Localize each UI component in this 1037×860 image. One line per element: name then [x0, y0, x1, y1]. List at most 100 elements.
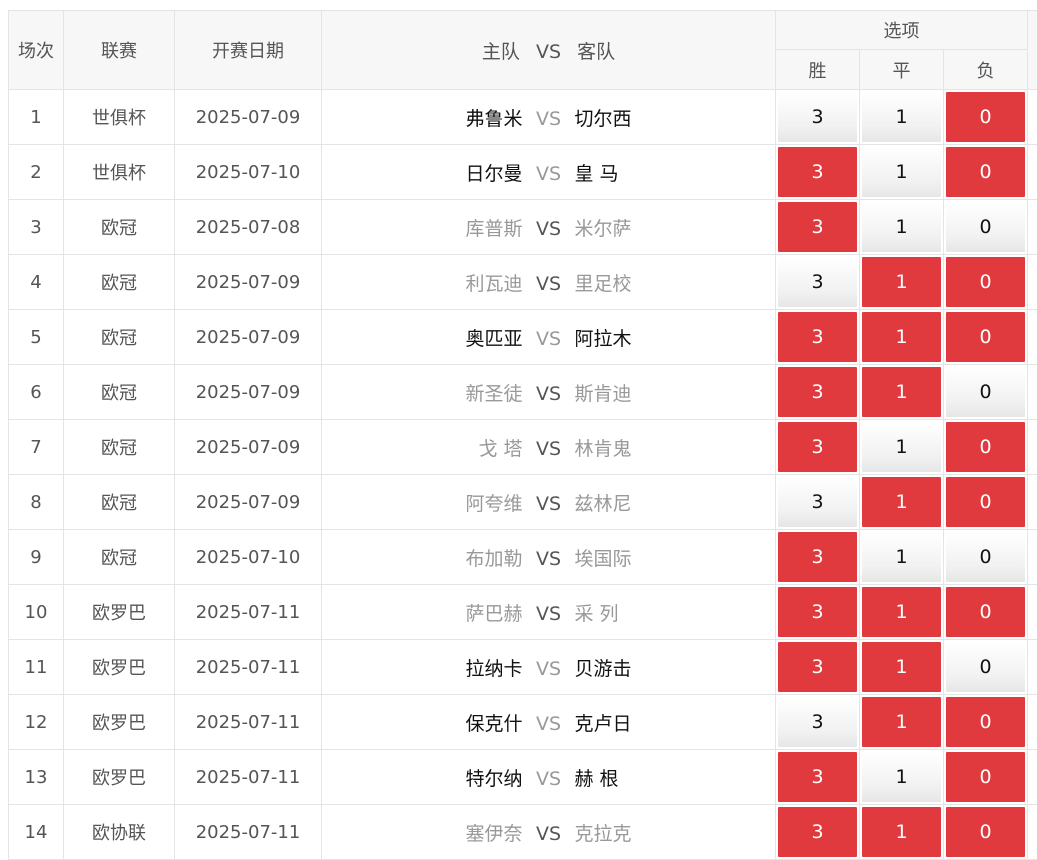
match-teams: 布加勒VS埃国际: [322, 530, 776, 585]
away-team: 皇 马: [575, 159, 770, 186]
option-win-cell: 3: [776, 530, 860, 585]
match-date: 2025-07-09: [175, 475, 322, 530]
away-team: 斯肯迪: [575, 379, 770, 406]
option-draw-cell: 1: [860, 530, 944, 585]
option-win-button[interactable]: 3: [778, 422, 857, 472]
option-win-button[interactable]: 3: [778, 532, 857, 582]
option-win-button[interactable]: 3: [778, 587, 857, 637]
option-win-button[interactable]: 3: [778, 642, 857, 692]
table-row: 2世俱杯2025-07-10日尔曼VS皇 马310: [9, 145, 1037, 200]
home-team: 特尔纳: [328, 764, 523, 791]
option-win-cell: 3: [776, 750, 860, 805]
option-lose-button[interactable]: 0: [946, 202, 1025, 252]
option-draw-cell: 1: [860, 145, 944, 200]
option-win-button[interactable]: 3: [778, 147, 857, 197]
option-draw-button[interactable]: 1: [862, 477, 941, 527]
match-table: 场次 联赛 开赛日期 主队 VS 客队 选项 胜 平 负 1世俱杯2025-07…: [8, 10, 1037, 860]
option-lose-button[interactable]: 0: [946, 422, 1025, 472]
match-index: 13: [9, 750, 64, 805]
match-index: 14: [9, 805, 64, 860]
option-win-button[interactable]: 3: [778, 752, 857, 802]
option-lose-button[interactable]: 0: [946, 532, 1025, 582]
option-win-cell: 3: [776, 145, 860, 200]
option-lose-button[interactable]: 0: [946, 752, 1025, 802]
option-draw-button[interactable]: 1: [862, 752, 941, 802]
table-row: 12欧罗巴2025-07-11保克什VS克卢日310: [9, 695, 1037, 750]
option-draw-button[interactable]: 1: [862, 367, 941, 417]
match-date: 2025-07-11: [175, 695, 322, 750]
header-draw: 平: [860, 50, 944, 90]
option-lose-button[interactable]: 0: [946, 807, 1025, 857]
option-draw-cell: 1: [860, 750, 944, 805]
option-lose-button[interactable]: 0: [946, 147, 1025, 197]
option-lose-button[interactable]: 0: [946, 312, 1025, 362]
option-draw-button[interactable]: 1: [862, 532, 941, 582]
option-draw-button[interactable]: 1: [862, 642, 941, 692]
away-team: 克卢日: [575, 709, 770, 736]
row-spacer: [1028, 145, 1037, 200]
table-row: 1世俱杯2025-07-09弗鲁米VS切尔西310: [9, 90, 1037, 145]
option-draw-button[interactable]: 1: [862, 587, 941, 637]
home-team: 库普斯: [328, 214, 523, 241]
option-lose-button[interactable]: 0: [946, 477, 1025, 527]
option-win-cell: 3: [776, 310, 860, 365]
league-name: 欧协联: [64, 805, 175, 860]
option-win-button[interactable]: 3: [778, 312, 857, 362]
vs-label: VS: [523, 658, 575, 680]
match-teams: 日尔曼VS皇 马: [322, 145, 776, 200]
match-date: 2025-07-09: [175, 420, 322, 475]
row-spacer: [1028, 90, 1037, 145]
league-name: 欧罗巴: [64, 640, 175, 695]
table-row: 14欧协联2025-07-11塞伊奈VS克拉克310: [9, 805, 1037, 860]
option-lose-cell: 0: [944, 695, 1028, 750]
option-lose-button[interactable]: 0: [946, 587, 1025, 637]
option-win-button[interactable]: 3: [778, 92, 857, 142]
option-draw-button[interactable]: 1: [862, 92, 941, 142]
header-away: 客队: [577, 41, 615, 63]
match-date: 2025-07-09: [175, 310, 322, 365]
option-win-cell: 3: [776, 420, 860, 475]
option-draw-cell: 1: [860, 420, 944, 475]
option-win-button[interactable]: 3: [778, 477, 857, 527]
vs-label: VS: [523, 823, 575, 845]
option-lose-button[interactable]: 0: [946, 257, 1025, 307]
match-teams: 利瓦迪VS里足校: [322, 255, 776, 310]
header-league: 联赛: [64, 11, 175, 90]
header-win: 胜: [776, 50, 860, 90]
header-options: 选项: [776, 11, 1028, 50]
option-draw-button[interactable]: 1: [862, 807, 941, 857]
row-spacer: [1028, 420, 1037, 475]
away-team: 兹林尼: [575, 489, 770, 516]
option-win-button[interactable]: 3: [778, 202, 857, 252]
vs-label: VS: [523, 768, 575, 790]
option-draw-cell: 1: [860, 585, 944, 640]
table-row: 6欧冠2025-07-09新圣徒VS斯肯迪310: [9, 365, 1037, 420]
league-name: 欧冠: [64, 475, 175, 530]
match-teams: 库普斯VS米尔萨: [322, 200, 776, 255]
match-index: 6: [9, 365, 64, 420]
option-lose-button[interactable]: 0: [946, 92, 1025, 142]
option-lose-button[interactable]: 0: [946, 367, 1025, 417]
option-draw-button[interactable]: 1: [862, 312, 941, 362]
option-lose-button[interactable]: 0: [946, 642, 1025, 692]
match-date: 2025-07-08: [175, 200, 322, 255]
option-draw-button[interactable]: 1: [862, 257, 941, 307]
option-win-button[interactable]: 3: [778, 257, 857, 307]
option-win-button[interactable]: 3: [778, 367, 857, 417]
match-teams: 拉纳卡VS贝游击: [322, 640, 776, 695]
option-draw-button[interactable]: 1: [862, 202, 941, 252]
vs-label: VS: [523, 108, 575, 130]
table-row: 9欧冠2025-07-10布加勒VS埃国际310: [9, 530, 1037, 585]
vs-label: VS: [523, 603, 575, 625]
option-draw-button[interactable]: 1: [862, 422, 941, 472]
option-draw-button[interactable]: 1: [862, 147, 941, 197]
option-lose-cell: 0: [944, 90, 1028, 145]
option-draw-cell: 1: [860, 695, 944, 750]
option-draw-button[interactable]: 1: [862, 697, 941, 747]
league-name: 欧罗巴: [64, 695, 175, 750]
option-lose-button[interactable]: 0: [946, 697, 1025, 747]
table-body: 1世俱杯2025-07-09弗鲁米VS切尔西3102世俱杯2025-07-10日…: [9, 90, 1037, 860]
option-win-button[interactable]: 3: [778, 807, 857, 857]
match-teams: 塞伊奈VS克拉克: [322, 805, 776, 860]
option-win-button[interactable]: 3: [778, 697, 857, 747]
